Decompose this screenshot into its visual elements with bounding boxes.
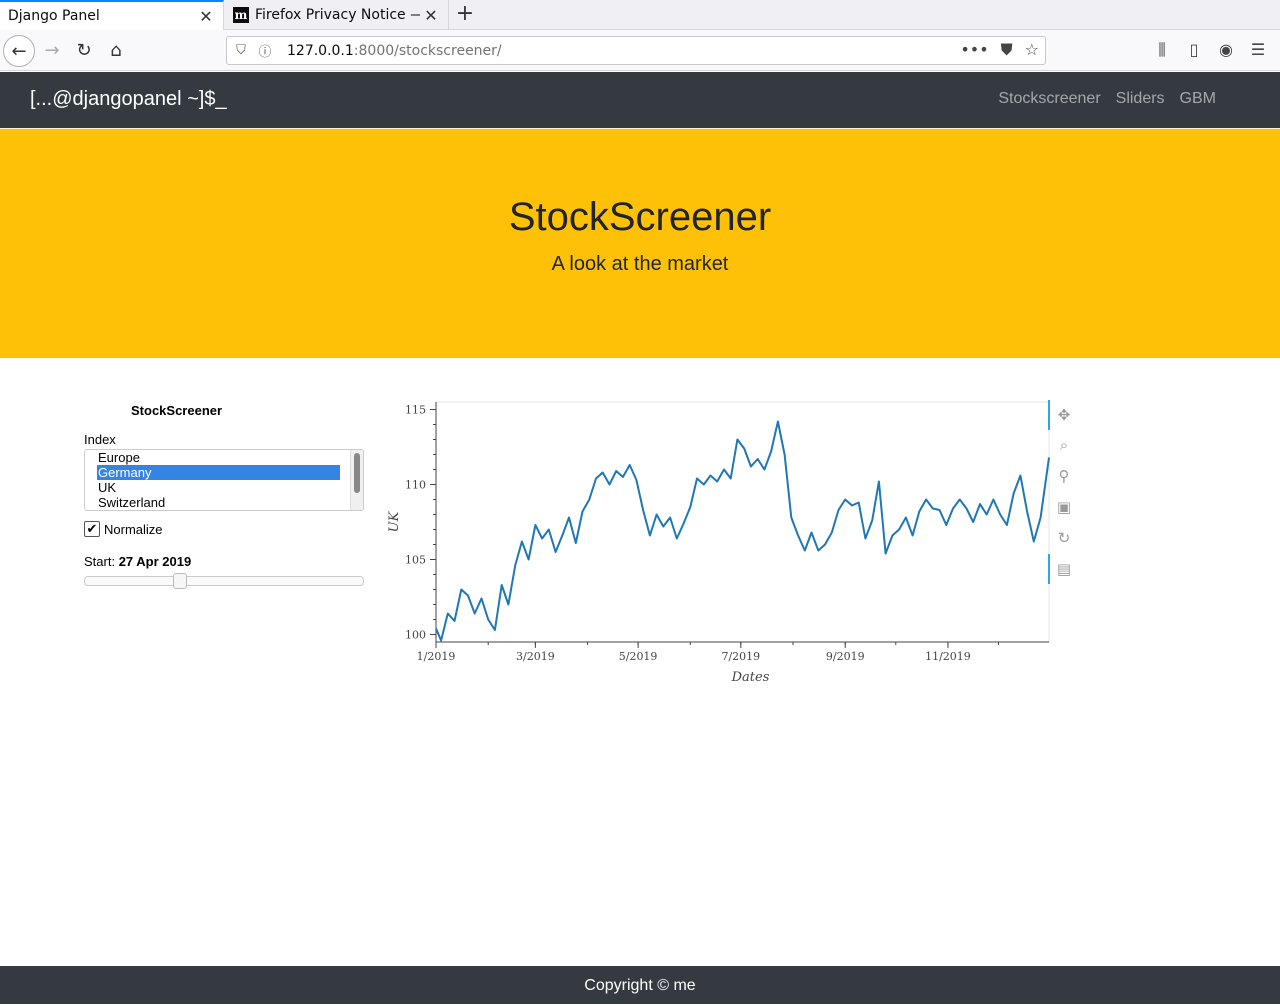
start-value: 27 Apr 2019 (118, 554, 192, 569)
shield-icon[interactable]: ⛉ (231, 43, 251, 58)
index-select[interactable]: Europe Germany UK Switzerland (84, 449, 364, 511)
scrollbar-thumb[interactable] (354, 453, 360, 493)
x-axis-label: Dates (731, 670, 770, 685)
tab-django-panel[interactable]: Django Panel ✕ (0, 0, 224, 30)
select-scrollbar[interactable] (350, 450, 363, 510)
index-option-switzerland[interactable]: Switzerland (97, 495, 340, 510)
url-bar[interactable]: ⛉ ⓘ 127.0.0.1 :8000/stockscreener/ ••• ⛊… (226, 36, 1046, 65)
info-icon[interactable]: ⓘ (255, 41, 275, 60)
index-option-germany[interactable]: Germany (97, 465, 340, 480)
reload-icon[interactable]: ↻ (68, 35, 100, 67)
slider-handle[interactable] (172, 573, 187, 589)
nav-link-gbm[interactable]: GBM (1180, 90, 1216, 108)
start-label: Start: (84, 554, 116, 569)
browser-tab-bar: Django Panel ✕ m Firefox Privacy Notice … (0, 0, 1280, 30)
site-navbar: [...@djangopanel ~]$_ Stockscreener Slid… (0, 72, 1280, 128)
x-tick-label: 11/2019 (925, 650, 971, 663)
box-zoom-icon[interactable]: ⌕ (1054, 435, 1074, 455)
bookmark-star-icon[interactable]: ☆ (1025, 40, 1039, 60)
tab-title: Django Panel (8, 8, 100, 24)
nav-link-stockscreener[interactable]: Stockscreener (998, 90, 1100, 108)
tab-firefox-privacy[interactable]: m Firefox Privacy Notice — ✕ (225, 0, 449, 30)
x-tick-label: 5/2019 (619, 650, 658, 663)
y-axis-label: UK (387, 510, 402, 532)
url-path: :8000/stockscreener/ (353, 42, 502, 59)
toolbar-active-indicator (1048, 400, 1050, 430)
normalize-label: Normalize (104, 521, 163, 537)
mozilla-favicon-icon: m (233, 7, 249, 23)
close-icon[interactable]: ✕ (420, 6, 442, 25)
sidebar-icon[interactable]: ▯ (1182, 35, 1206, 65)
account-icon[interactable]: ◉ (1214, 35, 1238, 65)
page-subtitle: A look at the market (551, 253, 729, 275)
reset-icon[interactable]: ↻ (1054, 528, 1074, 548)
chart-toolbar: ✥ ⌕ ⚲ ▣ ↻ ▤ (1048, 400, 1078, 584)
toolbar-active-indicator (1048, 554, 1050, 584)
library-icon[interactable]: ⫼ (1150, 35, 1174, 65)
y-tick-label: 100 (405, 629, 426, 642)
footer: Copyright © me (0, 966, 1280, 1004)
widget-title: StockScreener (131, 403, 223, 418)
x-tick-label: 7/2019 (721, 650, 760, 663)
y-tick-label: 105 (405, 554, 426, 567)
back-arrow-icon[interactable]: ← (3, 35, 35, 67)
line-chart[interactable]: 100 105 110 115 1/2019 3/2019 5/2019 7/2019 9/20… (380, 395, 1060, 695)
x-tick-label: 1/2019 (417, 650, 456, 663)
pan-icon[interactable]: ✥ (1054, 405, 1074, 425)
brand-link[interactable]: [...@djangopanel ~]$_ (30, 88, 227, 111)
y-tick-label: 115 (405, 404, 426, 417)
home-icon[interactable]: ⌂ (100, 35, 132, 67)
index-label: Index (84, 432, 116, 447)
start-date-label: Start: 27 Apr 2019 (84, 554, 191, 569)
pocket-icon[interactable]: ⛊ (1001, 40, 1013, 60)
close-icon[interactable]: ✕ (195, 7, 217, 26)
index-option-europe[interactable]: Europe (97, 450, 340, 465)
wheel-zoom-icon[interactable]: ⚲ (1054, 466, 1074, 486)
index-option-uk[interactable]: UK (97, 480, 340, 495)
x-tick-label: 3/2019 (516, 650, 555, 663)
forward-arrow-icon[interactable]: → (36, 35, 68, 67)
menu-icon[interactable]: ☰ (1246, 35, 1270, 65)
nav-link-sliders[interactable]: Sliders (1116, 90, 1165, 108)
hover-icon[interactable]: ▤ (1054, 559, 1074, 579)
page-title: StockScreener (508, 195, 772, 239)
tab-title: Firefox Privacy Notice — (255, 7, 420, 23)
start-date-slider[interactable] (84, 573, 364, 589)
copyright-text: Copyright © me (584, 977, 696, 994)
hero-banner: StockScreener A look at the market (0, 128, 1280, 358)
browser-toolbar: ← → ↻ ⌂ ⛉ ⓘ 127.0.0.1 :8000/stockscreene… (0, 30, 1280, 71)
save-icon[interactable]: ▣ (1054, 497, 1074, 517)
normalize-checkbox[interactable]: ✔ (84, 521, 100, 537)
x-tick-label: 9/2019 (826, 650, 865, 663)
more-actions-icon[interactable]: ••• (960, 40, 988, 60)
new-tab-icon[interactable]: + (452, 0, 478, 30)
url-host: 127.0.0.1 (287, 42, 354, 59)
y-tick-label: 110 (405, 479, 426, 492)
plot-area (435, 401, 1050, 643)
